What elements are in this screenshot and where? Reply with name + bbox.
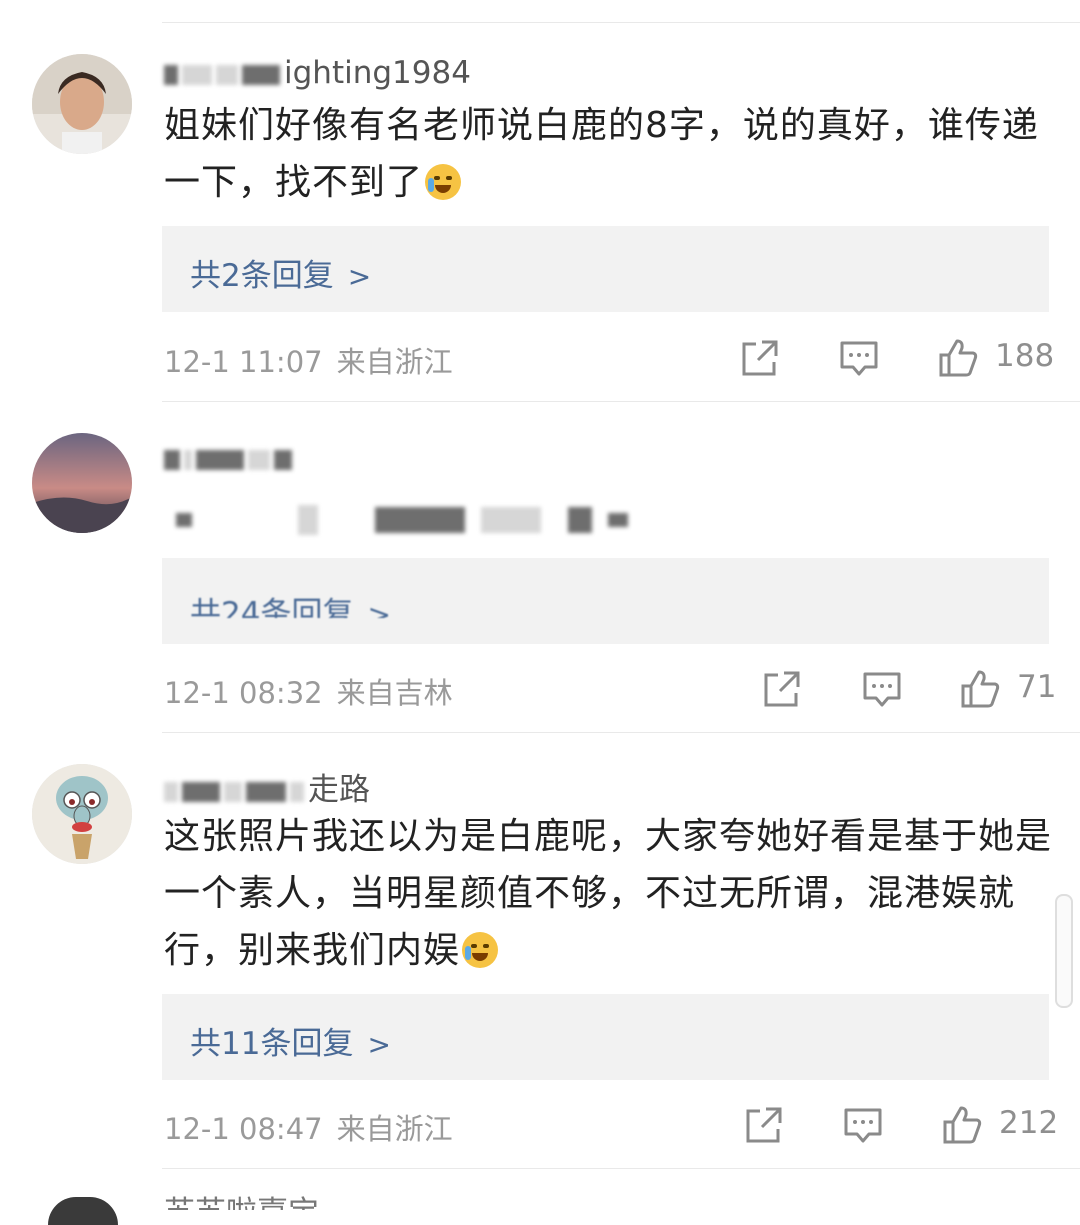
view-replies-link[interactable]: 共11条回复 > — [190, 1018, 391, 1063]
comment-text: 姐妹们好像有名老师说白鹿的8字，说的真好，谁传递一下，找不到了 — [164, 105, 1039, 203]
username[interactable]: 苏苏啦嘉宝 — [164, 1193, 319, 1210]
avatar[interactable] — [32, 54, 132, 154]
avatar[interactable] — [48, 1197, 118, 1225]
laughing-tears-icon — [462, 932, 499, 968]
thumbs-up-icon[interactable] — [960, 669, 1000, 709]
comment-icon[interactable] — [862, 669, 902, 709]
view-replies-link[interactable]: 共24条回复 > — [190, 588, 391, 618]
avatar[interactable] — [32, 764, 132, 864]
avatar[interactable] — [32, 433, 132, 533]
username[interactable]: ighting1984 — [164, 55, 471, 91]
view-replies-link[interactable]: 共2条回复 > — [190, 250, 371, 295]
share-icon[interactable] — [744, 1105, 784, 1145]
reply-box[interactable]: 共11条回复 > — [162, 994, 1049, 1080]
username[interactable] — [164, 440, 296, 476]
chevron-right-icon: > — [367, 1028, 391, 1061]
reply-box[interactable]: 共2条回复 > — [162, 226, 1049, 312]
comment-text — [164, 490, 1054, 540]
thumbs-up-icon[interactable] — [942, 1105, 982, 1145]
share-icon[interactable] — [762, 669, 802, 709]
reply-box[interactable]: 共24条回复 > — [162, 558, 1049, 644]
comment-icon[interactable] — [843, 1105, 883, 1145]
username[interactable]: 走路 — [164, 764, 370, 809]
scrollbar[interactable] — [1055, 894, 1073, 1008]
thumbs-up-icon[interactable] — [938, 338, 978, 378]
chevron-right-icon: > — [367, 598, 391, 618]
share-icon[interactable] — [740, 338, 780, 378]
comment-icon[interactable] — [839, 338, 879, 378]
crying-face-icon — [425, 164, 462, 200]
like-count: 188 — [995, 338, 1055, 374]
like-count: 212 — [999, 1105, 1059, 1141]
chevron-right-icon: > — [347, 260, 372, 293]
comment-text: 这张照片我还以为是白鹿呢，大家夸她好看是基于她是一个素人，当明星颜值不够，不过无… — [164, 816, 1053, 971]
like-count: 71 — [1017, 669, 1057, 705]
